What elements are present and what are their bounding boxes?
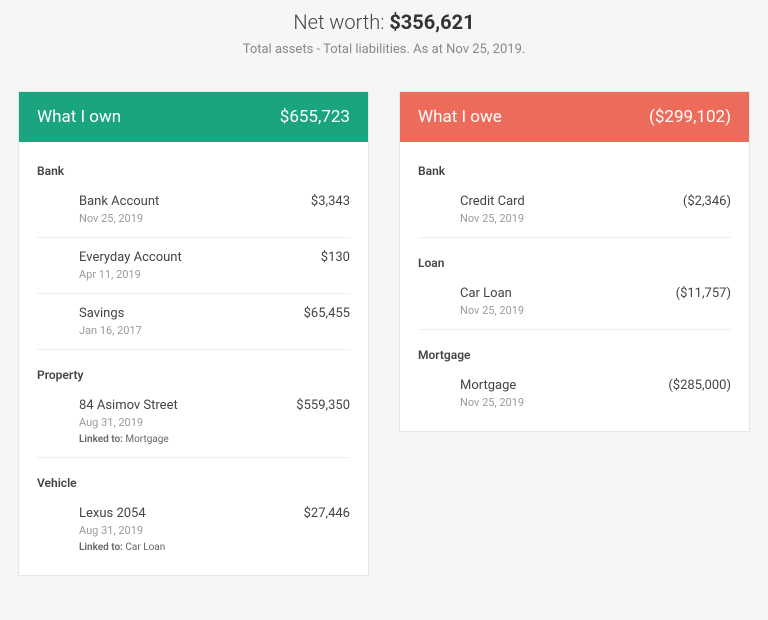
item-value: ($2,346) — [683, 194, 731, 209]
item-name: Credit Card — [460, 194, 525, 209]
linked-label: Linked to: — [79, 542, 123, 553]
item-name: Bank Account — [79, 194, 159, 209]
item-value: $27,446 — [304, 506, 350, 521]
item-value: $130 — [321, 250, 350, 265]
group-label: Bank — [37, 146, 350, 182]
group-label: Property — [37, 350, 350, 386]
assets-card-body: Bank Bank Account $3,343 Nov 25, 2019 Ev… — [19, 142, 368, 575]
liability-item[interactable]: Car Loan ($11,757) Nov 25, 2019 — [418, 274, 731, 330]
linked-to: Car Loan — [125, 542, 165, 553]
asset-item[interactable]: Everyday Account $130 Apr 11, 2019 — [37, 238, 350, 294]
assets-total: $655,723 — [280, 107, 350, 127]
networth-line: Net worth: $356,621 — [0, 10, 768, 34]
asset-item[interactable]: Bank Account $3,343 Nov 25, 2019 — [37, 182, 350, 238]
group-label: Loan — [418, 238, 731, 274]
item-value: $559,350 — [296, 398, 350, 413]
item-name: 84 Asimov Street — [79, 398, 178, 413]
item-date: Apr 11, 2019 — [79, 268, 350, 281]
asset-item[interactable]: 84 Asimov Street $559,350 Aug 31, 2019 L… — [37, 386, 350, 458]
item-value: ($285,000) — [668, 378, 731, 393]
item-name: Mortgage — [460, 378, 516, 393]
asset-item[interactable]: Lexus 2054 $27,446 Aug 31, 2019 Linked t… — [37, 494, 350, 565]
asset-item[interactable]: Savings $65,455 Jan 16, 2017 — [37, 294, 350, 350]
item-date: Nov 25, 2019 — [79, 212, 350, 225]
item-name: Lexus 2054 — [79, 506, 146, 521]
assets-card: What I own $655,723 Bank Bank Account $3… — [18, 91, 369, 576]
liabilities-card: What I owe ($299,102) Bank Credit Card (… — [399, 91, 750, 432]
group-label: Mortgage — [418, 330, 731, 366]
summary-header: Net worth: $356,621 Total assets - Total… — [0, 0, 768, 63]
item-date: Jan 16, 2017 — [79, 324, 350, 337]
liability-item[interactable]: Credit Card ($2,346) Nov 25, 2019 — [418, 182, 731, 238]
item-date: Aug 31, 2019 — [79, 416, 350, 429]
linked-to: Mortgage — [125, 434, 168, 445]
group-label: Vehicle — [37, 458, 350, 494]
item-name: Savings — [79, 306, 124, 321]
networth-label: Net worth: — [293, 10, 389, 34]
liability-item[interactable]: Mortgage ($285,000) Nov 25, 2019 — [418, 366, 731, 421]
liabilities-title: What I owe — [418, 107, 502, 127]
linked-label: Linked to: — [79, 434, 123, 445]
item-name: Everyday Account — [79, 250, 182, 265]
item-date: Nov 25, 2019 — [460, 212, 731, 225]
item-linked: Linked to: Mortgage — [79, 434, 350, 445]
assets-title: What I own — [37, 107, 121, 127]
group-label: Bank — [418, 146, 731, 182]
item-date: Nov 25, 2019 — [460, 396, 731, 409]
liabilities-total: ($299,102) — [649, 107, 731, 127]
item-date: Nov 25, 2019 — [460, 304, 731, 317]
columns: What I own $655,723 Bank Bank Account $3… — [0, 63, 768, 576]
liabilities-card-header: What I owe ($299,102) — [400, 92, 749, 142]
assets-card-header: What I own $655,723 — [19, 92, 368, 142]
item-value: ($11,757) — [676, 286, 731, 301]
item-linked: Linked to: Car Loan — [79, 542, 350, 553]
networth-subtitle: Total assets - Total liabilities. As at … — [0, 42, 768, 57]
item-name: Car Loan — [460, 286, 512, 301]
networth-value: $356,621 — [389, 10, 474, 34]
liabilities-card-body: Bank Credit Card ($2,346) Nov 25, 2019 L… — [400, 142, 749, 431]
item-date: Aug 31, 2019 — [79, 524, 350, 537]
item-value: $3,343 — [311, 194, 350, 209]
item-value: $65,455 — [304, 306, 350, 321]
